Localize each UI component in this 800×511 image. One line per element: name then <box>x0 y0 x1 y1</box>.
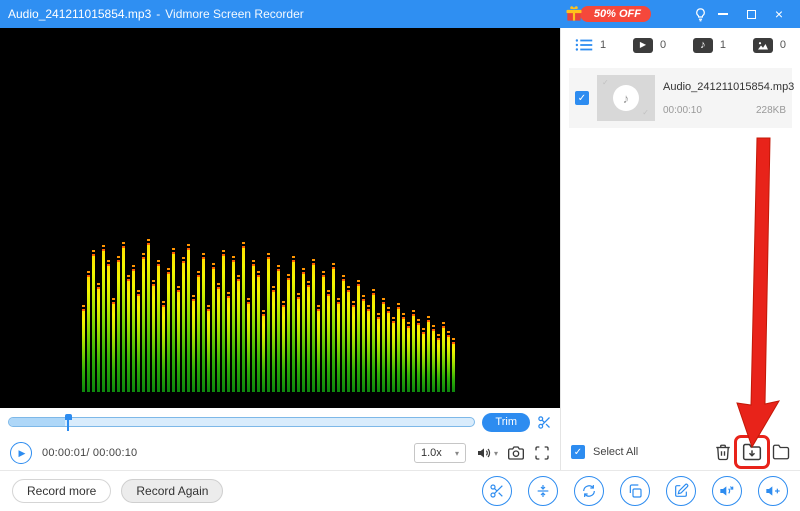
file-meta: Audio_241211015854.mp3 00:00:10 228KB <box>663 81 786 116</box>
main-area: Trim ▶ 00:00:01/ 00:00:10 1.0x ▾ ▾ <box>0 28 800 470</box>
window-title: Audio_241211015854.mp3 - Vidmore Screen … <box>8 7 304 21</box>
open-folder-button[interactable] <box>772 443 790 461</box>
video-preview <box>0 28 560 408</box>
duplicate-tool-button[interactable] <box>620 476 650 506</box>
player-column: Trim ▶ 00:00:01/ 00:00:10 1.0x ▾ ▾ <box>0 28 560 470</box>
chevron-down-icon: ▾ <box>494 449 498 458</box>
audio-thumbnail: ✓ ✓ ♪ <box>597 75 655 121</box>
pattern-check-icon: ✓ <box>602 78 609 87</box>
record-again-button[interactable]: Record Again <box>121 479 223 503</box>
minimize-button[interactable] <box>710 3 736 25</box>
title-app-name: Vidmore Screen Recorder <box>165 7 304 21</box>
playback-controls: ▶ 00:00:01/ 00:00:10 1.0x ▾ ▾ <box>0 436 560 470</box>
gift-icon[interactable] <box>564 4 584 24</box>
maximize-button[interactable] <box>738 3 764 25</box>
close-button[interactable]: × <box>766 3 792 25</box>
tab-count: 0 <box>780 39 786 51</box>
waveform <box>82 236 457 392</box>
fullscreen-icon[interactable] <box>534 445 550 461</box>
tab-all-recordings[interactable]: 1 <box>575 38 606 52</box>
app-window: Audio_241211015854.mp3 - Vidmore Screen … <box>0 0 800 511</box>
volume-button[interactable]: ▾ <box>476 445 498 461</box>
select-all-label: Select All <box>593 446 638 458</box>
seek-slider[interactable] <box>8 417 475 427</box>
timeline-row: Trim <box>0 408 560 436</box>
music-note-icon: ♪ <box>613 85 639 111</box>
tab-count: 0 <box>660 39 666 51</box>
chevron-down-icon: ▾ <box>455 449 459 458</box>
video-icon: ▶ <box>633 38 653 53</box>
time-display: 00:00:01/ 00:00:10 <box>42 447 137 459</box>
speed-select[interactable]: 1.0x ▾ <box>414 443 466 463</box>
file-duration: 00:00:10 <box>663 105 702 116</box>
footer-bar: Record more Record Again <box>0 470 800 511</box>
seek-progress <box>9 418 65 426</box>
play-button[interactable]: ▶ <box>10 442 32 464</box>
pattern-check-icon: ✓ <box>642 108 649 117</box>
media-type-tabs: 1 ▶ 0 ♪ 1 0 <box>561 28 800 62</box>
tab-video-recordings[interactable]: ▶ 0 <box>633 38 666 53</box>
convert-tool-button[interactable] <box>574 476 604 506</box>
tab-screenshots[interactable]: 0 <box>753 38 786 53</box>
tab-audio-recordings[interactable]: ♪ 1 <box>693 38 726 53</box>
recording-list-panel: 1 ▶ 0 ♪ 1 0 ✓ <box>560 28 800 470</box>
camera-icon[interactable] <box>508 445 524 461</box>
panel-bottom-bar: ✓ Select All <box>561 434 800 470</box>
record-more-button[interactable]: Record more <box>12 479 111 503</box>
file-name: Audio_241211015854.mp3 <box>663 81 786 93</box>
play-icon: ▶ <box>19 448 26 459</box>
title-filename: Audio_241211015854.mp3 <box>8 7 151 21</box>
maximize-icon <box>747 10 756 19</box>
lightbulb-icon[interactable] <box>693 7 708 22</box>
file-size: 228KB <box>756 105 786 116</box>
titlebar: Audio_241211015854.mp3 - Vidmore Screen … <box>0 0 800 28</box>
music-note-icon: ♪ <box>693 38 713 53</box>
discount-badge[interactable]: 50% OFF <box>580 6 651 22</box>
delete-button[interactable] <box>714 443 732 461</box>
trim-button[interactable]: Trim <box>482 413 530 432</box>
tab-count: 1 <box>720 39 726 51</box>
title-separator: - <box>156 7 160 21</box>
audio-convert-tool-button[interactable] <box>712 476 742 506</box>
select-all-checkbox[interactable]: ✓ <box>571 445 585 459</box>
recording-list-item[interactable]: ✓ ✓ ✓ ♪ Audio_241211015854.mp3 00:00:10 … <box>569 68 792 128</box>
file-sub: 00:00:10 228KB <box>663 105 786 116</box>
trim-tool-button[interactable] <box>482 476 512 506</box>
merge-tool-button[interactable] <box>528 476 558 506</box>
scissors-icon[interactable] <box>537 415 552 430</box>
speed-value: 1.0x <box>421 447 442 459</box>
minimize-icon <box>718 13 728 15</box>
tab-count: 1 <box>600 39 606 51</box>
seek-handle[interactable] <box>65 414 72 431</box>
image-icon <box>753 38 773 53</box>
export-button[interactable] <box>742 442 762 462</box>
volume-boost-tool-button[interactable] <box>758 476 788 506</box>
file-checkbox[interactable]: ✓ <box>575 91 589 105</box>
titlebar-controls: 50% OFF × <box>564 3 792 25</box>
edit-tool-button[interactable] <box>666 476 696 506</box>
